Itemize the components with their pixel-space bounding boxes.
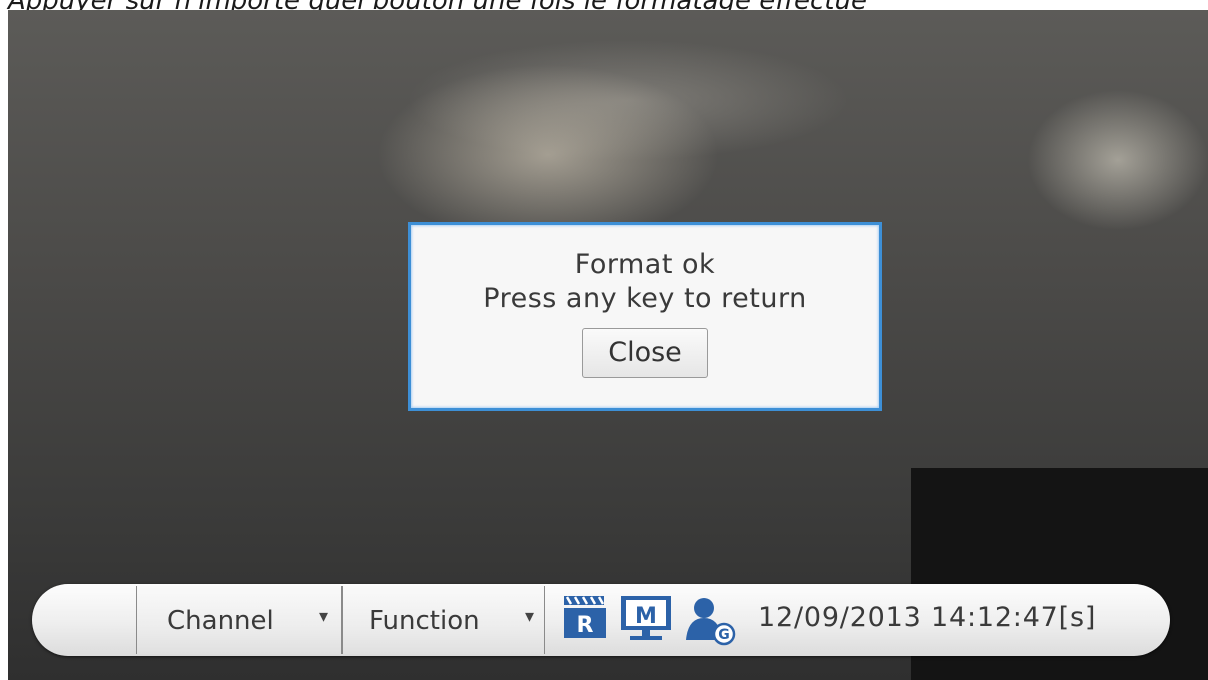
format-dialog: Format ok Press any key to return Close bbox=[408, 222, 882, 411]
user-icon[interactable]: G bbox=[682, 596, 736, 646]
svg-text:M: M bbox=[635, 604, 657, 629]
function-menu-label: Function bbox=[369, 606, 480, 636]
monitor-icon[interactable]: M bbox=[618, 594, 676, 644]
chevron-down-icon: ▾ bbox=[319, 606, 329, 627]
svg-text:G: G bbox=[718, 627, 730, 643]
dialog-message-line1: Format ok bbox=[574, 249, 716, 280]
channel-menu[interactable]: Channel ▾ bbox=[136, 586, 342, 654]
record-icon[interactable]: R bbox=[562, 594, 612, 640]
taskbar: Channel ▾ Function ▾ R M G 12/09/2013 14… bbox=[32, 584, 1170, 656]
function-menu[interactable]: Function ▾ bbox=[342, 586, 545, 654]
channel-menu-label: Channel bbox=[167, 606, 274, 636]
chevron-down-icon: ▾ bbox=[525, 606, 535, 627]
close-button[interactable]: Close bbox=[582, 328, 708, 378]
svg-text:R: R bbox=[577, 613, 594, 638]
datetime-display: 12/09/2013 14:12:47[s] bbox=[758, 602, 1097, 633]
tv-screen: Format ok Press any key to return Close … bbox=[8, 10, 1208, 680]
dialog-message-line2: Press any key to return bbox=[483, 283, 807, 314]
